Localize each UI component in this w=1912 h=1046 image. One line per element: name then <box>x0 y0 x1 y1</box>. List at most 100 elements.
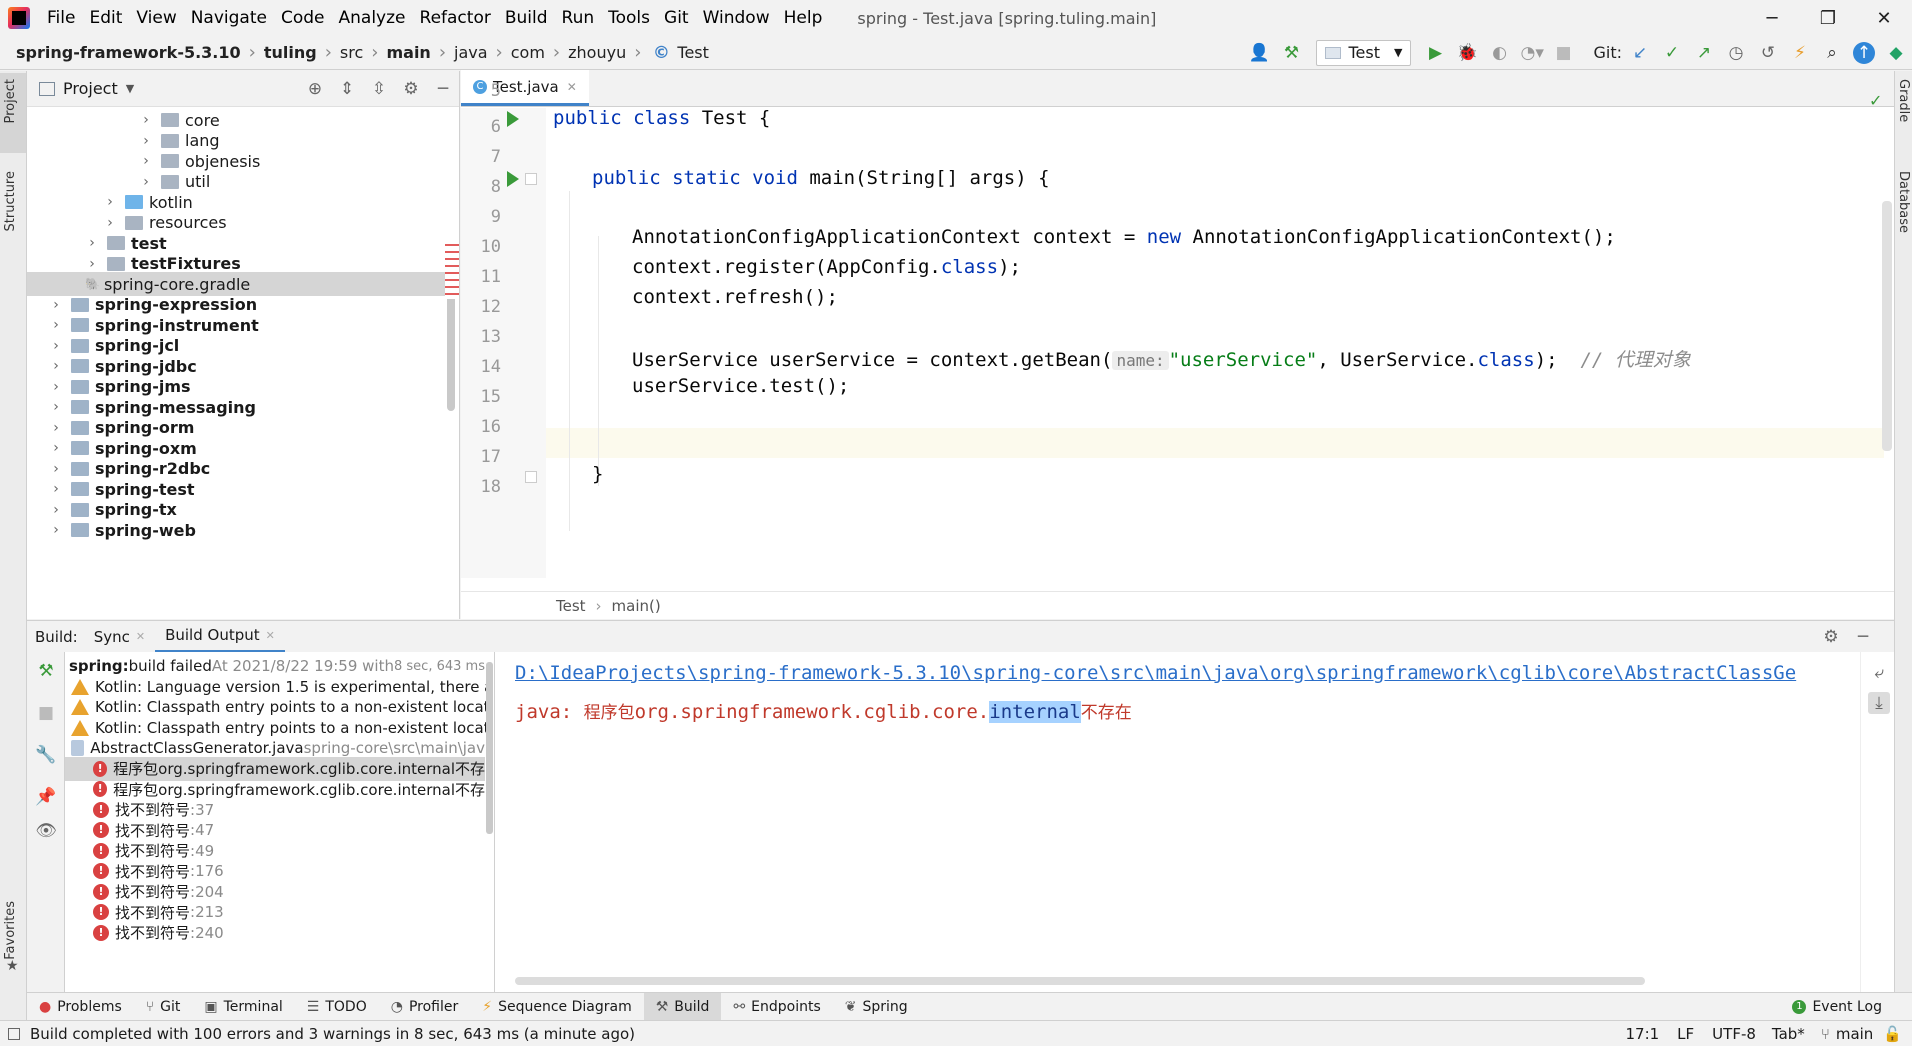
editor-crumb-method[interactable]: main() <box>612 597 661 615</box>
user-icon[interactable]: 👤▾ <box>1249 42 1271 85</box>
inspection-ok-icon[interactable]: ✓ <box>1869 91 1882 110</box>
chevron-right-icon[interactable]: › <box>85 235 99 251</box>
tab-spring[interactable]: ❦ Spring <box>833 993 920 1021</box>
menu-build[interactable]: Build <box>498 8 555 28</box>
eye-icon[interactable]: 👁 <box>35 820 57 842</box>
build-message-item[interactable]: ! 找不到符号 :240 <box>65 921 485 945</box>
wrench-icon[interactable]: 🔧 <box>35 744 57 766</box>
status-message[interactable]: Build completed with 100 errors and 3 wa… <box>30 1025 635 1043</box>
tab-build[interactable]: ⚒ Build <box>643 992 722 1021</box>
run-gutter-icon[interactable] <box>507 171 519 187</box>
rollback-icon[interactable]: ↺ <box>1757 42 1779 64</box>
menu-git[interactable]: Git <box>657 8 696 28</box>
status-toggle-icon[interactable] <box>8 1027 20 1040</box>
chevron-right-icon[interactable]: › <box>49 317 63 333</box>
close-tab-icon[interactable]: ✕ <box>136 630 145 643</box>
chevron-right-icon[interactable]: › <box>103 215 117 231</box>
code-line-11[interactable]: context.register(AppConfig.class); <box>632 256 1021 278</box>
run-configuration-select[interactable]: Test ▼ <box>1315 39 1412 66</box>
code-line-14[interactable]: UserService userService = context.getBea… <box>632 345 1691 372</box>
output-file-link[interactable]: D:\IdeaProjects\spring-framework-5.3.10\… <box>515 662 1855 684</box>
project-tool-tab[interactable]: Project <box>3 79 18 123</box>
coverage-icon[interactable]: ◐ <box>1488 42 1510 64</box>
editor-crumb-class[interactable]: Test <box>556 597 586 615</box>
tab-profiler[interactable]: ◔ Profiler <box>379 993 471 1021</box>
code-line-10[interactable]: AnnotationConfigApplicationContext conte… <box>632 226 1616 248</box>
tab-terminal[interactable]: ▣ Terminal <box>192 993 294 1021</box>
build-hammer-icon[interactable]: ⚒ <box>1281 42 1303 64</box>
profile-icon[interactable]: ◔▾ <box>1520 42 1543 64</box>
close-tab-icon[interactable]: ✕ <box>266 629 275 642</box>
output-error-line[interactable]: java: 程序包org.springframework.cglib.core.… <box>515 698 1132 723</box>
menu-code[interactable]: Code <box>274 8 332 28</box>
locate-icon[interactable]: ⊕ <box>304 78 326 100</box>
fold-icon[interactable] <box>525 471 537 483</box>
chevron-right-icon[interactable]: › <box>49 522 63 538</box>
chevron-right-icon[interactable]: › <box>139 153 153 169</box>
tree-scrollbar[interactable] <box>447 291 455 411</box>
debug-icon[interactable]: 🐞 <box>1456 42 1478 64</box>
menu-edit[interactable]: Edit <box>82 8 129 28</box>
database-tool-tab[interactable]: Database <box>1896 171 1911 233</box>
crumb-java[interactable]: java <box>452 43 490 62</box>
chevron-right-icon[interactable]: › <box>49 358 63 374</box>
git-push-icon[interactable]: ↗ <box>1693 42 1715 64</box>
chevron-right-icon[interactable]: › <box>139 133 153 149</box>
git-branch[interactable]: main <box>1836 1025 1873 1043</box>
menu-run[interactable]: Run <box>555 8 602 28</box>
close-icon[interactable]: ✕ <box>1856 8 1912 29</box>
tab-event-log[interactable]: 1 Event Log <box>1780 993 1894 1021</box>
menu-help[interactable]: Help <box>777 8 830 28</box>
scroll-to-end-icon[interactable]: ⤓ <box>1868 692 1890 714</box>
chevron-right-icon[interactable]: › <box>49 502 63 518</box>
menu-tools[interactable]: Tools <box>601 8 657 28</box>
hide-icon[interactable]: ─ <box>1852 626 1874 648</box>
crumb-main[interactable]: main <box>384 43 432 62</box>
code-line-8[interactable]: public static void main(String[] args) { <box>592 167 1050 189</box>
gear-icon[interactable]: ⚙ <box>400 78 422 100</box>
expand-all-icon[interactable]: ⇕ <box>336 78 358 100</box>
lock-icon[interactable]: 🔓 <box>1883 1025 1902 1043</box>
run-gutter-icon[interactable] <box>507 111 519 127</box>
menu-view[interactable]: View <box>129 8 183 28</box>
editor-scrollbar[interactable] <box>1882 201 1892 451</box>
plugin-icon[interactable]: ⚡ <box>1789 42 1811 64</box>
code-line-6[interactable]: public class Test { <box>553 107 770 129</box>
output-hscrollbar[interactable] <box>515 977 1645 985</box>
chevron-right-icon[interactable]: › <box>49 338 63 354</box>
build-tree-scrollbar[interactable] <box>486 662 493 834</box>
chevron-right-icon[interactable]: › <box>49 481 63 497</box>
fold-icon[interactable] <box>525 173 537 185</box>
collapse-all-icon[interactable]: ⇳ <box>368 78 390 100</box>
chevron-right-icon[interactable]: › <box>49 399 63 415</box>
chevron-right-icon[interactable]: › <box>49 461 63 477</box>
menu-navigate[interactable]: Navigate <box>184 8 274 28</box>
menu-file[interactable]: File <box>40 8 82 28</box>
tab-problems[interactable]: ● Problems <box>27 993 134 1021</box>
tab-sync[interactable]: Sync ✕ <box>84 621 155 653</box>
line-separator[interactable]: LF <box>1677 1025 1694 1043</box>
crumb-src[interactable]: src <box>338 43 365 62</box>
chevron-right-icon[interactable]: › <box>85 256 99 272</box>
project-panel-title[interactable]: Project <box>63 79 118 98</box>
crumb-project[interactable]: spring-framework-5.3.10 <box>14 43 243 62</box>
menu-refactor[interactable]: Refactor <box>413 8 498 28</box>
code-line-12[interactable]: context.refresh(); <box>632 286 838 308</box>
structure-tool-tab[interactable]: Structure <box>3 171 18 231</box>
menu-window[interactable]: Window <box>696 8 777 28</box>
crumb-com[interactable]: com <box>509 43 547 62</box>
menu-analyze[interactable]: Analyze <box>332 8 413 28</box>
chevron-right-icon[interactable]: › <box>49 297 63 313</box>
tab-sequence-diagram[interactable]: ⚡ Sequence Diagram <box>470 993 643 1021</box>
project-tree-item[interactable]: › spring-web <box>27 518 447 542</box>
tab-build-output[interactable]: Build Output ✕ <box>155 621 285 653</box>
pin-icon[interactable]: 📌 <box>35 786 57 808</box>
crumb-module[interactable]: tuling <box>262 43 319 62</box>
gear-icon[interactable]: ⚙ <box>1820 626 1842 648</box>
chevron-right-icon[interactable]: › <box>49 379 63 395</box>
gradle-tool-tab[interactable]: Gradle <box>1896 79 1911 122</box>
toolbox-icon[interactable]: ◆ <box>1885 42 1907 64</box>
code-line-15[interactable]: userService.test(); <box>632 375 849 397</box>
favorites-tool-tab[interactable]: Favorites <box>3 901 18 960</box>
soft-wrap-icon[interactable]: ⤶ <box>1868 662 1890 684</box>
